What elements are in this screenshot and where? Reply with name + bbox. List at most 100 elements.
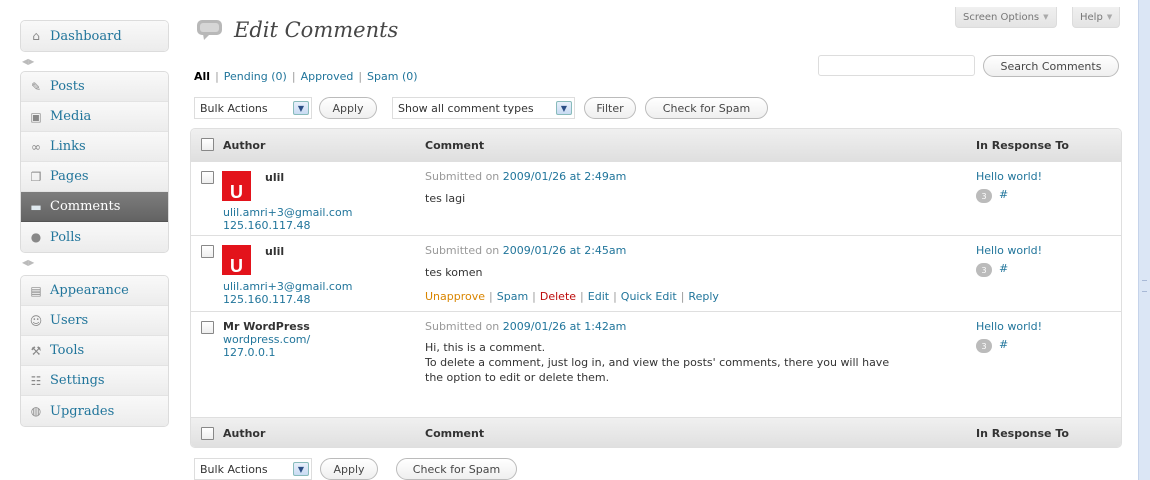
sidebar-item-dashboard[interactable]: ⌂ Dashboard — [21, 21, 168, 51]
sidebar-item-polls[interactable]: ● Polls — [21, 222, 168, 252]
comment-text-line: Hi, this is a comment. — [425, 341, 546, 354]
menu-separator[interactable]: ◀▶ — [22, 55, 170, 66]
quick-edit-link[interactable]: Quick Edit — [621, 290, 677, 303]
page-title: Edit Comments — [234, 18, 399, 42]
sidebar-item-label: Pages — [50, 169, 89, 184]
table-row: Mr WordPress wordpress.com/ 127.0.0.1 Su… — [191, 311, 1121, 417]
table-header: Author Comment In Response To — [191, 129, 1121, 161]
house-icon: ⌂ — [32, 29, 40, 43]
tools-icon: ⚒ — [30, 343, 42, 358]
sidebar-item-label: Appearance — [50, 283, 129, 298]
author-ip[interactable]: 125.160.117.48 — [223, 219, 310, 232]
comment-type-select[interactable]: Show all comment types ▼ — [392, 97, 575, 119]
column-author[interactable]: Author — [223, 139, 265, 152]
comment-count-bubble[interactable]: 3 — [976, 339, 992, 353]
comments-table: Author Comment In Response To U ulil uli… — [190, 128, 1122, 448]
post-link[interactable]: Hello world! — [976, 170, 1042, 183]
check-for-spam-button-bottom[interactable]: Check for Spam — [396, 458, 517, 480]
comment-author: ulil — [265, 245, 285, 258]
author-url[interactable]: wordpress.com/ — [223, 333, 310, 346]
window-scrollbar[interactable] — [1138, 0, 1150, 480]
avatar: U — [222, 171, 251, 201]
column-comment: Comment — [425, 138, 485, 152]
sidebar-item-upgrades[interactable]: ◍ Upgrades — [21, 396, 168, 426]
bulk-actions-value: Bulk Actions — [200, 462, 268, 476]
post-link[interactable]: Hello world! — [976, 320, 1042, 333]
apply-button[interactable]: Apply — [319, 97, 377, 119]
edit-link[interactable]: Edit — [588, 290, 609, 303]
comment-date-link[interactable]: 2009/01/26 at 1:42am — [503, 320, 627, 333]
sidebar-item-comments[interactable]: ▬ Comments — [21, 192, 168, 222]
screen-options-label: Screen Options — [963, 11, 1040, 23]
bulk-actions-select-bottom[interactable]: Bulk Actions ▼ — [194, 458, 312, 480]
submitted-prefix: Submitted on — [425, 320, 503, 333]
table-footer: Author Comment In Response To — [191, 417, 1121, 447]
comment-text-line: To delete a comment, just log in, and vi… — [425, 356, 890, 369]
comment-date-link[interactable]: 2009/01/26 at 2:45am — [503, 244, 627, 257]
sidebar-item-tools[interactable]: ⚒ Tools — [21, 336, 168, 366]
column-in-response-to[interactable]: In Response To — [976, 139, 1069, 152]
help-button[interactable]: Help ▼ — [1072, 7, 1121, 28]
comment-count-bubble[interactable]: 3 — [976, 189, 992, 203]
permalink-hash[interactable]: # — [999, 262, 1008, 275]
post-link[interactable]: Hello world! — [976, 244, 1042, 257]
select-all-checkbox[interactable] — [201, 138, 214, 151]
permalink-hash[interactable]: # — [999, 338, 1008, 351]
sidebar-item-label: Dashboard — [50, 28, 122, 44]
filter-approved[interactable]: Approved — [301, 70, 354, 83]
comment-type-value: Show all comment types — [398, 101, 534, 115]
scrollbar-grip[interactable] — [1142, 280, 1147, 292]
sidebar-item-label: Links — [50, 139, 86, 154]
filter-button[interactable]: Filter — [584, 97, 636, 119]
search-comments-button[interactable]: Search Comments — [983, 55, 1119, 77]
menu-separator[interactable]: ◀▶ — [22, 256, 170, 267]
author-ip[interactable]: 127.0.0.1 — [223, 346, 275, 359]
row-checkbox[interactable] — [201, 171, 214, 184]
comment-author: Mr WordPress — [223, 320, 310, 333]
filter-spam[interactable]: Spam (0) — [367, 70, 418, 83]
permalink-hash[interactable]: # — [999, 188, 1008, 201]
sidebar-item-links[interactable]: ∞ Links — [21, 132, 168, 162]
filter-pending[interactable]: Pending (0) — [224, 70, 287, 83]
sidebar-item-label: Upgrades — [50, 403, 115, 419]
row-actions: Unapprove | Spam | Delete | Edit | Quick Edit | Re… — [425, 290, 719, 303]
author-email[interactable]: ulil.amri+3@gmail.com — [223, 206, 352, 219]
screen-options-button[interactable]: Screen Options ▼ — [955, 7, 1057, 28]
comments-page-icon — [197, 20, 222, 40]
comment-text: Hi, this is a comment. To delete a comme… — [425, 340, 965, 385]
select-all-checkbox-footer[interactable] — [201, 427, 214, 440]
comment-text: tes lagi — [425, 192, 466, 205]
column-in-response-to-footer[interactable]: In Response To — [976, 427, 1069, 440]
submitted-prefix: Submitted on — [425, 170, 503, 183]
author-email[interactable]: ulil.amri+3@gmail.com — [223, 280, 352, 293]
filter-all[interactable]: All — [194, 70, 210, 83]
column-author-footer[interactable]: Author — [223, 427, 265, 440]
sidebar-item-media[interactable]: ▣ Media — [21, 102, 168, 132]
sidebar-item-pages[interactable]: ❐ Pages — [21, 162, 168, 192]
submitted-on: Submitted on 2009/01/26 at 1:42am — [425, 320, 626, 333]
sidebar-item-label: Settings — [50, 373, 105, 388]
delete-link[interactable]: Delete — [540, 290, 576, 303]
pages-icon: ❐ — [30, 169, 42, 184]
help-label: Help — [1080, 11, 1103, 23]
unapprove-link[interactable]: Unapprove — [425, 290, 485, 303]
bulk-actions-select[interactable]: Bulk Actions ▼ — [194, 97, 312, 119]
sidebar-item-settings[interactable]: ☷ Settings — [21, 366, 168, 396]
chevron-down-icon: ▼ — [293, 462, 309, 476]
sidebar-item-appearance[interactable]: ▤ Appearance — [21, 276, 168, 306]
sidebar-item-users[interactable]: ☺ Users — [21, 306, 168, 336]
reply-link[interactable]: Reply — [688, 290, 718, 303]
comment-count-bubble[interactable]: 3 — [976, 263, 992, 277]
author-ip[interactable]: 125.160.117.48 — [223, 293, 310, 306]
row-checkbox[interactable] — [201, 245, 214, 258]
sidebar-item-posts[interactable]: ✎ Posts — [21, 72, 168, 102]
search-input[interactable] — [818, 55, 975, 76]
check-for-spam-button[interactable]: Check for Spam — [645, 97, 768, 119]
apply-button-bottom[interactable]: Apply — [320, 458, 378, 480]
pin-icon: ✎ — [30, 79, 42, 94]
sidebar-item-label: Media — [50, 109, 92, 124]
row-checkbox[interactable] — [201, 321, 214, 334]
comment-date-link[interactable]: 2009/01/26 at 2:49am — [503, 170, 627, 183]
spam-link[interactable]: Spam — [497, 290, 528, 303]
comment-author: ulil — [265, 171, 285, 184]
